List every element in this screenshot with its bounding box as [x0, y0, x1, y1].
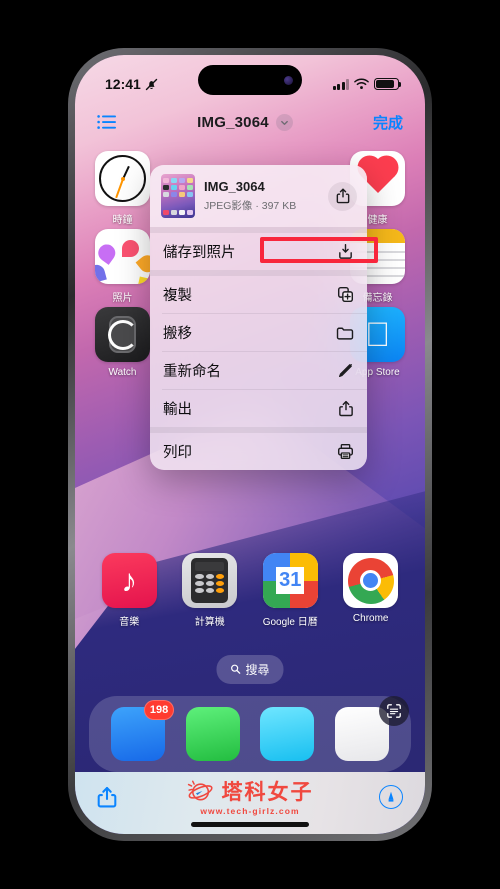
menu-item-label: 儲存到照片 — [163, 245, 236, 261]
cellular-bars-icon — [332, 78, 349, 90]
menu-item-label: 輸出 — [163, 402, 192, 418]
app-calculator[interactable]: 計算機 — [182, 553, 238, 628]
app-music[interactable]: ♪ 音樂 — [101, 553, 157, 628]
app-label: Google 日曆 — [262, 617, 318, 628]
dock-app-safari[interactable] — [260, 707, 315, 761]
menu-item-rename[interactable]: 重新命名 — [150, 352, 367, 389]
dock-app-messages[interactable] — [185, 707, 240, 761]
calculator-app-icon — [182, 553, 238, 608]
app-watch[interactable]: Watch — [95, 307, 150, 385]
menu-item-label: 搬移 — [163, 326, 192, 342]
printer-icon — [337, 443, 354, 460]
preview-title-group[interactable]: IMG_3064 — [197, 113, 293, 131]
preview-bottom-toolbar: 塔科女子 www.tech-girlz.com — [75, 772, 425, 834]
app-column-left: 時鐘 照片 Watch — [95, 151, 150, 385]
front-camera-dot — [284, 75, 293, 85]
app-google-calendar[interactable]: 31 Google 日曆 — [263, 553, 318, 628]
folder-icon — [336, 325, 354, 341]
pencil-icon — [337, 362, 354, 379]
app-label: 計算機 — [194, 617, 225, 628]
photos-app-icon — [95, 229, 150, 284]
planet-logo-icon — [187, 779, 217, 803]
app-label: 時鐘 — [112, 215, 133, 226]
dynamic-island — [198, 65, 302, 95]
watch-app-icon — [95, 307, 150, 362]
chrome-app-icon — [343, 553, 399, 608]
menu-item-export[interactable]: 輸出 — [150, 390, 367, 427]
menu-item-move[interactable]: 搬移 — [150, 314, 367, 351]
watermark-row: 塔科女子 — [187, 776, 314, 806]
status-time: 12:41 — [105, 76, 141, 92]
watermark-brand: 塔科女子 — [221, 781, 314, 804]
menu-item-duplicate[interactable]: 複製 — [150, 276, 367, 313]
phone-frame: 時鐘 照片 Watch 健康 備忘錄 App Store ♪ 音樂 計算機 31… — [68, 48, 432, 841]
export-share-icon — [338, 400, 354, 417]
home-search-pill[interactable]: 搜尋 — [216, 655, 284, 684]
app-label: 備忘錄 — [362, 293, 393, 304]
list-bullet-icon[interactable] — [97, 114, 117, 130]
app-label: Chrome — [352, 613, 389, 624]
phone-screen: 時鐘 照片 Watch 健康 備忘錄 App Store ♪ 音樂 計算機 31… — [75, 55, 425, 834]
share-button[interactable] — [328, 181, 357, 211]
preview-nav-bar: IMG_3064 完成 — [75, 101, 425, 143]
app-photos[interactable]: 照片 — [95, 229, 150, 307]
page-title: IMG_3064 — [197, 113, 269, 131]
calendar-day: 31 — [279, 569, 302, 591]
done-button[interactable]: 完成 — [373, 112, 403, 133]
share-button[interactable] — [97, 786, 117, 809]
search-label: 搜尋 — [245, 663, 270, 677]
search-icon — [230, 663, 241, 677]
bell-slash-icon — [145, 78, 158, 91]
chevron-down-icon[interactable] — [275, 113, 293, 131]
menu-item-label: 複製 — [163, 288, 192, 304]
home-indicator — [191, 822, 309, 827]
markup-pen-icon[interactable] — [379, 785, 403, 809]
live-text-scan-icon[interactable] — [379, 696, 409, 726]
context-menu: IMG_3064 JPEG影像 · 397 KB 儲存到照片 複製 搬移 重新命… — [150, 165, 367, 470]
home-dock: 198 — [89, 696, 411, 772]
menu-item-label: 列印 — [163, 445, 192, 461]
status-bar-right — [332, 78, 402, 90]
app-clock[interactable]: 時鐘 — [95, 151, 150, 229]
menu-item-print[interactable]: 列印 — [150, 433, 367, 470]
app-row-bottom: ♪ 音樂 計算機 31 Google 日曆 Chrome — [89, 553, 411, 628]
app-label: 照片 — [112, 293, 133, 304]
duplicate-icon — [337, 286, 354, 303]
wifi-icon — [354, 78, 369, 90]
file-meta: JPEG影像 · 397 KB — [204, 199, 297, 212]
annotation-highlight-box — [260, 237, 378, 263]
dock-app-mail[interactable]: 198 — [111, 700, 175, 761]
app-label: Watch — [108, 367, 137, 378]
app-label: 音樂 — [119, 617, 140, 628]
google-calendar-icon: 31 — [262, 553, 318, 608]
watermark-url: www.tech-girlz.com — [200, 806, 300, 816]
context-menu-header: IMG_3064 JPEG影像 · 397 KB — [150, 165, 367, 227]
battery-icon — [374, 78, 402, 90]
file-thumbnail — [161, 174, 195, 218]
badge-count: 198 — [143, 700, 175, 720]
music-app-icon: ♪ — [101, 553, 157, 608]
status-bar-left: 12:41 — [105, 76, 158, 92]
file-name: IMG_3064 — [204, 179, 265, 195]
file-info: IMG_3064 JPEG影像 · 397 KB — [204, 179, 319, 212]
app-label: 健康 — [367, 215, 388, 226]
menu-item-label: 重新命名 — [163, 364, 221, 380]
clock-app-icon — [95, 151, 150, 206]
app-chrome[interactable]: Chrome — [343, 553, 399, 628]
watermark: 塔科女子 www.tech-girlz.com — [187, 776, 314, 816]
